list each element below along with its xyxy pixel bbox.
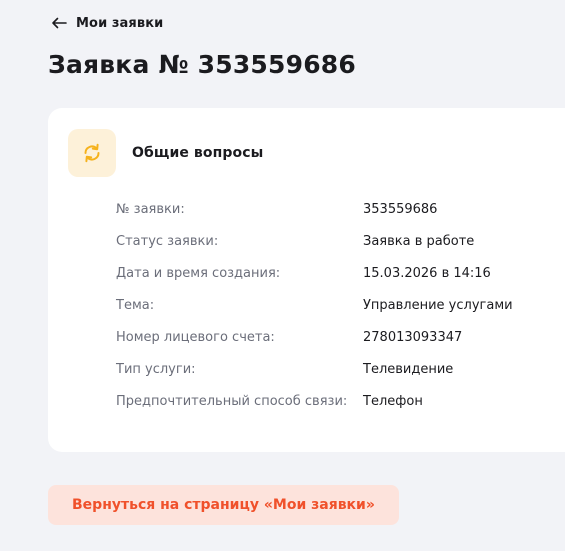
detail-label: Предпочтительный способ связи: xyxy=(116,394,348,409)
detail-value: Заявка в работе xyxy=(363,234,475,249)
detail-row-service-type: Тип услуги: Телевидение xyxy=(116,360,565,392)
back-link[interactable]: Мои заявки xyxy=(50,14,163,32)
request-card: Общие вопросы № заявки: 353559686 Статус… xyxy=(48,108,565,452)
detail-row-contact-method: Предпочтительный способ связи: Телефон xyxy=(116,392,565,424)
detail-value: Телевидение xyxy=(363,362,454,377)
detail-label: Дата и время создания: xyxy=(116,266,281,281)
detail-row-account-number: Номер лицевого счета: 278013093347 xyxy=(116,328,565,360)
category-title: Общие вопросы xyxy=(132,145,264,161)
detail-value: Телефон xyxy=(363,394,423,409)
back-link-label: Мои заявки xyxy=(76,15,164,31)
detail-value: Управление услугами xyxy=(363,298,513,313)
detail-label: Статус заявки: xyxy=(116,234,219,249)
detail-label: № заявки: xyxy=(116,202,185,217)
page-title: Заявка № 353559686 xyxy=(48,50,356,79)
detail-label: Тип услуги: xyxy=(116,362,196,377)
detail-row-request-number: № заявки: 353559686 xyxy=(116,200,565,232)
detail-row-created-at: Дата и время создания: 15.03.2026 в 14:1… xyxy=(116,264,565,296)
detail-value: 353559686 xyxy=(363,202,438,217)
refresh-icon xyxy=(68,129,116,177)
detail-row-topic: Тема: Управление услугами xyxy=(116,296,565,328)
detail-row-status: Статус заявки: Заявка в работе xyxy=(116,232,565,264)
detail-value: 278013093347 xyxy=(363,330,463,345)
request-details: № заявки: 353559686 Статус заявки: Заявк… xyxy=(116,200,565,424)
request-category: Общие вопросы xyxy=(68,129,263,177)
detail-label: Тема: xyxy=(116,298,155,313)
detail-value: 15.03.2026 в 14:16 xyxy=(363,266,491,281)
return-to-my-requests-button[interactable]: Вернуться на страницу «Мои заявки» xyxy=(48,485,399,525)
arrow-left-icon xyxy=(50,14,68,32)
detail-label: Номер лицевого счета: xyxy=(116,330,275,345)
